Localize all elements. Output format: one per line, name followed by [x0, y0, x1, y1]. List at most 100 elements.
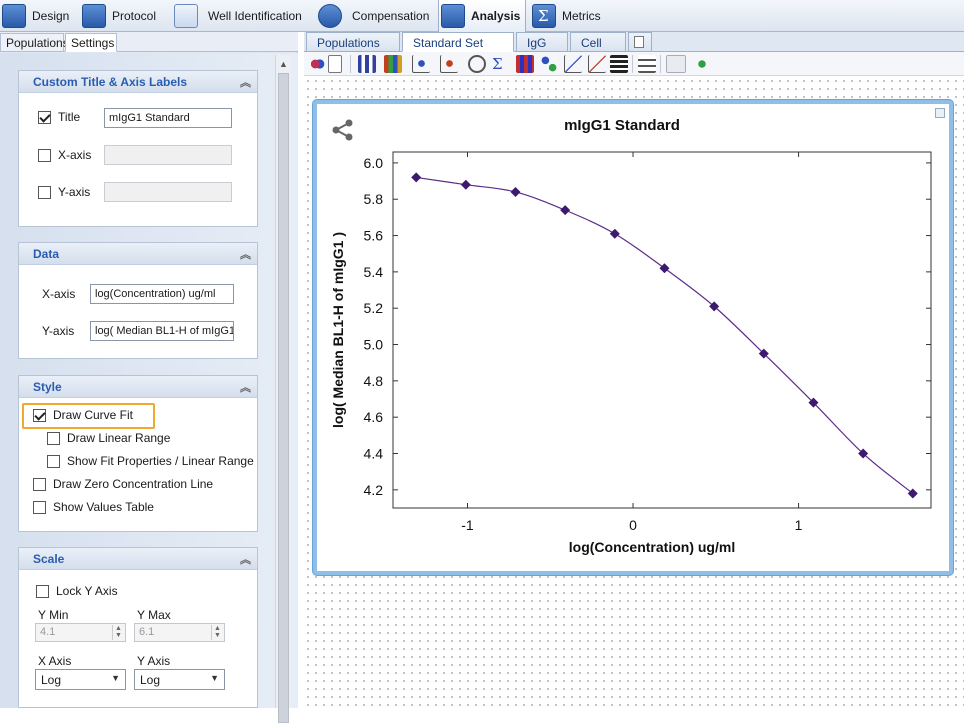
arrange-icon[interactable]	[692, 55, 712, 73]
chevron-down-icon: ▼	[210, 673, 219, 683]
spinner-arrows-icon[interactable]: ▲ ▼	[211, 625, 223, 640]
y-tick-label: 5.0	[364, 337, 384, 353]
protocol-sliders-icon	[82, 3, 106, 28]
section-header[interactable]: Style ︽	[19, 376, 257, 398]
xaxis-checkbox-label: X-axis	[58, 148, 92, 162]
ribbon-tab-compensation[interactable]: Compensation	[316, 0, 436, 31]
doc-tab-populations[interactable]: Populations	[306, 32, 400, 52]
doc-tab-igg[interactable]: IgG	[516, 32, 568, 52]
multi-histogram-icon[interactable]	[384, 55, 402, 73]
y-tick-label: 4.2	[364, 482, 384, 498]
draw-curve-fit-checkbox[interactable]	[33, 408, 46, 422]
list-view-icon[interactable]	[638, 55, 656, 73]
lock-y-axis-row[interactable]: Lock Y Axis	[36, 584, 118, 598]
table-icon[interactable]	[610, 55, 628, 73]
contour-plot-icon[interactable]	[468, 55, 486, 73]
heat-map-icon[interactable]	[516, 55, 534, 73]
settings-scrollbar[interactable]: ▲	[275, 55, 291, 723]
y-tick-label: 4.4	[364, 446, 384, 462]
title-input[interactable]: mIgG1 Standard	[104, 108, 232, 128]
toolbar-separator	[350, 55, 351, 73]
ymax-spinner[interactable]: 6.1 ▲ ▼	[134, 623, 225, 642]
overlay-populations-icon[interactable]	[308, 55, 326, 73]
tab-populations[interactable]: Populations	[0, 33, 69, 52]
yaxis-scale-select[interactable]: Log ▼	[134, 669, 225, 690]
standard-curve-plot[interactable]: mIgG1 Standard 4.2 4.4 4.6 4.8 5.0 5.2 5.4 5.6 5.…	[313, 100, 953, 575]
lock-y-axis-checkbox[interactable]	[36, 584, 49, 598]
lock-y-axis-label: Lock Y Axis	[56, 584, 118, 598]
draw-curve-fit-row[interactable]: Draw Curve Fit	[33, 408, 133, 422]
title-checkbox-label: Title	[58, 110, 81, 124]
section-title: Custom Title & Axis Labels	[33, 75, 188, 89]
scroll-up-icon[interactable]: ▲	[279, 59, 288, 69]
kinetic-plot-icon[interactable]	[588, 55, 606, 73]
collapse-icon[interactable]: ︽	[240, 379, 251, 395]
show-values-table-row[interactable]: Show Values Table	[33, 500, 154, 514]
section-header[interactable]: Scale ︽	[19, 548, 257, 570]
statistics-icon[interactable]: Σ	[492, 55, 510, 73]
section-header[interactable]: Custom Title & Axis Labels ︽	[19, 71, 257, 93]
data-xaxis-field[interactable]: log(Concentration) ug/ml	[90, 284, 234, 304]
y-tick-label: 5.2	[364, 300, 384, 316]
ribbon-tab-label: Compensation	[352, 8, 430, 23]
scrollbar-thumb[interactable]	[278, 73, 289, 723]
new-tab-button[interactable]	[628, 32, 652, 52]
xaxis-title-input[interactable]	[104, 145, 232, 165]
collapse-icon[interactable]: ︽	[240, 74, 251, 90]
analysis-chart-icon	[441, 4, 465, 28]
sigma-icon: Σ	[532, 3, 556, 28]
ymin-value: 4.1	[40, 626, 56, 638]
tab-settings[interactable]: Settings	[65, 33, 117, 52]
density-plot-icon[interactable]	[440, 55, 458, 73]
show-fit-properties-row[interactable]: Show Fit Properties / Linear Range	[47, 454, 254, 468]
ribbon-bar: Design Protocol Well Identification Comp…	[0, 0, 964, 32]
doc-tab-standard-set-1[interactable]: Standard Set 1✕	[402, 32, 514, 64]
draw-zero-conc-checkbox[interactable]	[33, 477, 46, 491]
ribbon-tab-design[interactable]: Design	[0, 0, 74, 31]
ribbon-tab-label: Metrics	[562, 8, 601, 23]
xaxis-checkbox-row[interactable]: X-axis	[38, 148, 91, 162]
data-point	[560, 205, 571, 216]
xaxis-scale-select[interactable]: Log ▼	[35, 669, 126, 690]
ribbon-tab-well-identification[interactable]: Well Identification	[172, 0, 308, 31]
ribbon-tab-metrics[interactable]: Σ Metrics	[530, 0, 610, 31]
section-header[interactable]: Data ︽	[19, 243, 257, 265]
x-tick-label: -1	[461, 517, 474, 533]
collapse-icon[interactable]: ︽	[240, 246, 251, 262]
add-gate-icon[interactable]	[328, 55, 342, 73]
chart-title: mIgG1 Standard	[564, 117, 680, 134]
draw-linear-range-row[interactable]: Draw Linear Range	[47, 431, 170, 445]
xaxis-checkbox[interactable]	[38, 148, 51, 162]
yaxis-title-input[interactable]	[104, 182, 232, 202]
graph-close-icon[interactable]	[935, 108, 945, 118]
title-checkbox-row[interactable]: Title	[38, 110, 80, 124]
show-values-table-checkbox[interactable]	[33, 500, 46, 514]
y-tick-label: 5.6	[364, 228, 384, 244]
draw-linear-range-checkbox[interactable]	[47, 431, 60, 445]
chart-svg: mIgG1 Standard 4.2 4.4 4.6 4.8 5.0 5.2 5.4 5.6 5.…	[330, 117, 932, 555]
data-yaxis-label: Y-axis	[42, 324, 75, 338]
toolbar-separator	[632, 55, 633, 73]
histogram-icon[interactable]	[358, 55, 376, 73]
data-point	[510, 186, 521, 197]
yaxis-checkbox[interactable]	[38, 185, 51, 199]
well-peak-icon	[174, 3, 198, 28]
y-axis-label: log( Median BL1-H of mIgG1 )	[330, 232, 346, 428]
collapse-icon[interactable]: ︽	[240, 551, 251, 567]
curve-fit-line	[416, 176, 914, 494]
dot-plot-icon[interactable]	[412, 55, 430, 73]
standard-curve-icon[interactable]	[564, 55, 582, 73]
title-checkbox[interactable]	[38, 110, 51, 124]
tsne-plot-icon[interactable]	[540, 55, 558, 73]
ribbon-tab-protocol[interactable]: Protocol	[80, 0, 170, 31]
data-yaxis-field[interactable]: log( Median BL1-H of mIgG1	[90, 321, 234, 341]
ribbon-tab-analysis[interactable]: Analysis	[438, 0, 526, 32]
doc-tab-cell[interactable]: Cell	[570, 32, 626, 52]
layout-grid-icon[interactable]	[666, 55, 686, 73]
ymin-spinner[interactable]: 4.1 ▲ ▼	[35, 623, 126, 642]
ribbon-tab-label: Analysis	[471, 9, 521, 23]
show-fit-properties-checkbox[interactable]	[47, 454, 60, 468]
spinner-arrows-icon[interactable]: ▲ ▼	[112, 625, 124, 640]
yaxis-checkbox-row[interactable]: Y-axis	[38, 185, 90, 199]
draw-zero-conc-row[interactable]: Draw Zero Concentration Line	[33, 477, 213, 491]
